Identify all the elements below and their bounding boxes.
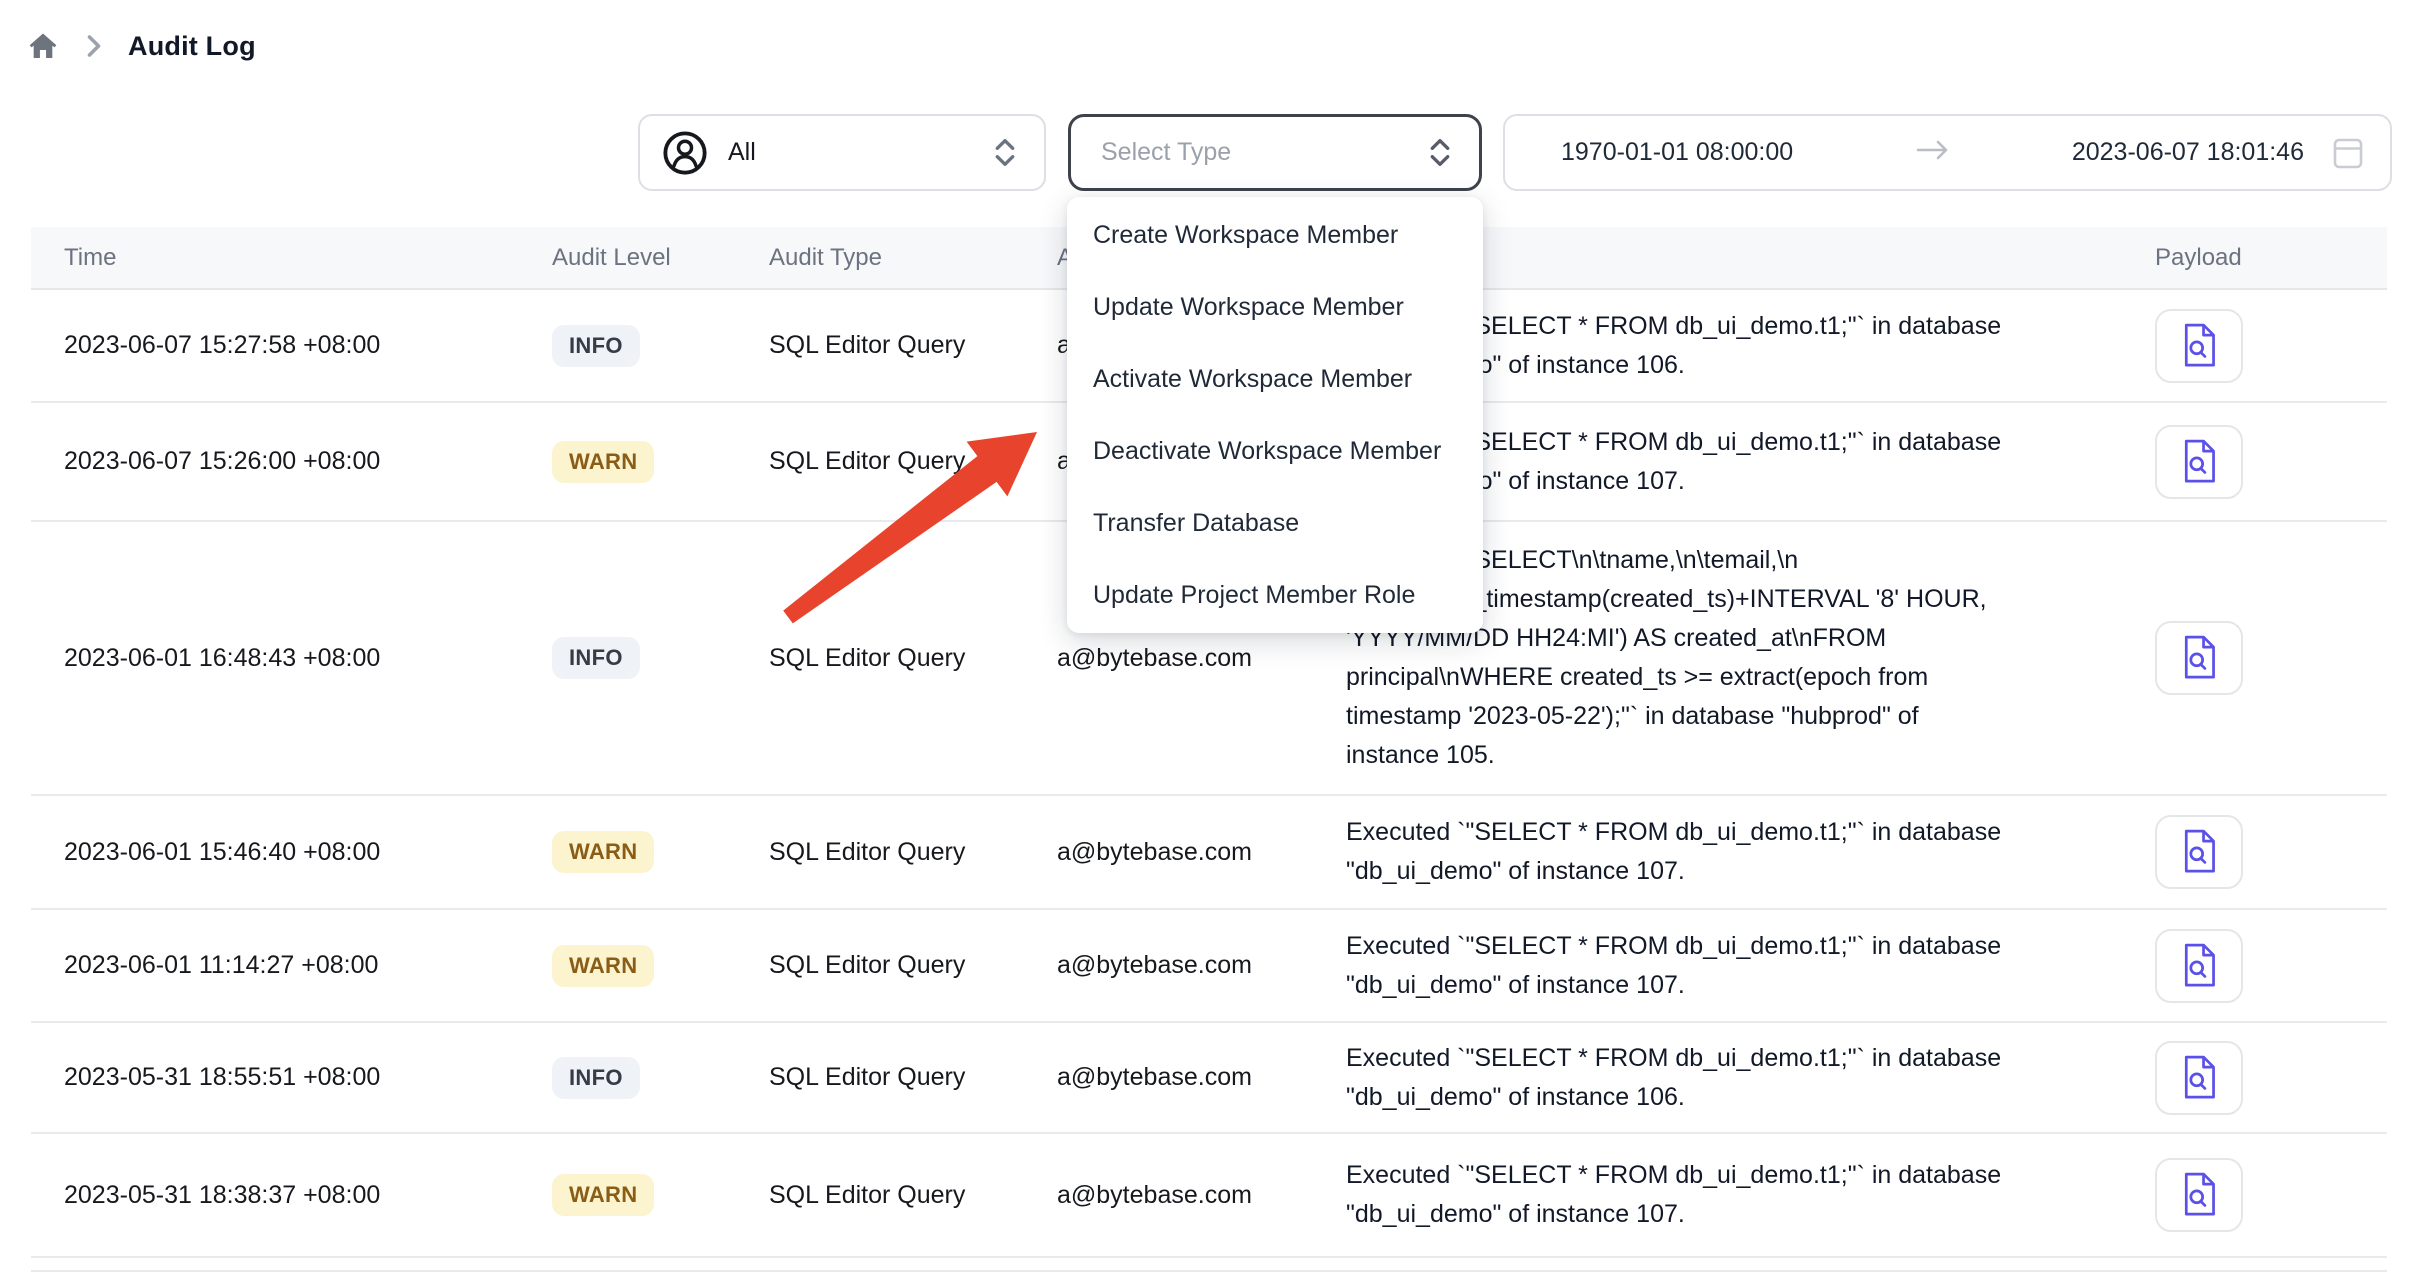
audit-level-badge: INFO xyxy=(552,1057,640,1099)
audit-level-badge: WARN xyxy=(552,945,654,987)
time-cell: 2023-05-31 18:55:51 +08:00 xyxy=(64,1063,552,1092)
payload-button[interactable] xyxy=(2155,621,2243,695)
file-search-icon xyxy=(2179,322,2219,370)
time-cell: 2023-05-31 18:38:37 +08:00 xyxy=(64,1181,552,1210)
payload-button[interactable] xyxy=(2155,815,2243,889)
payload-button[interactable] xyxy=(2155,929,2243,1003)
audit-level-badge: WARN xyxy=(552,831,654,873)
person-circle-icon xyxy=(662,130,708,176)
home-icon[interactable] xyxy=(26,30,60,62)
menu-item-update-workspace-member[interactable]: Update Workspace Member xyxy=(1067,271,1483,343)
updown-chevrons-icon xyxy=(1429,139,1451,166)
audit-type-cell: SQL Editor Query xyxy=(769,331,1057,360)
file-search-icon xyxy=(2179,1054,2219,1102)
comment-cell: Executed `"SELECT * FROM db_ui_demo.t1;"… xyxy=(1346,1156,2155,1234)
actor-cell: a@bytebase.com xyxy=(1057,951,1346,980)
file-search-icon xyxy=(2179,438,2219,486)
table-row: 2023-06-01 11:14:27 +08:00 WARN SQL Edit… xyxy=(31,910,2387,1023)
actor-cell: a@bytebase.com xyxy=(1057,1181,1346,1210)
date-range-picker[interactable]: 1970-01-01 08:00:00 2023-06-07 18:01:46 xyxy=(1503,114,2392,191)
payload-button[interactable] xyxy=(2155,1158,2243,1232)
file-search-icon xyxy=(2179,942,2219,990)
col-header-audit-type: Audit Type xyxy=(769,244,1057,272)
actor-cell: a@bytebase.com xyxy=(1057,1063,1346,1092)
file-search-icon xyxy=(2179,634,2219,682)
breadcrumb: Audit Log xyxy=(26,30,256,62)
col-header-audit-level: Audit Level xyxy=(552,244,769,272)
arrow-right-icon xyxy=(1793,137,2072,168)
page-title: Audit Log xyxy=(128,31,256,62)
table-row: 2023-06-01 15:46:40 +08:00 WARN SQL Edit… xyxy=(31,796,2387,910)
audit-level-badge: WARN xyxy=(552,1174,654,1216)
menu-item-transfer-database[interactable]: Transfer Database xyxy=(1067,487,1483,559)
comment-cell: Executed `"SELECT * FROM db_ui_demo.t1;"… xyxy=(1346,927,2155,1005)
time-cell: 2023-06-01 15:46:40 +08:00 xyxy=(64,838,552,867)
type-filter-select[interactable]: Select Type xyxy=(1068,114,1482,191)
file-search-icon xyxy=(2179,1171,2219,1219)
actor-cell: a@bytebase.com xyxy=(1057,838,1346,867)
audit-level-badge: INFO xyxy=(552,325,640,367)
time-cell: 2023-06-07 15:26:00 +08:00 xyxy=(64,447,552,476)
calendar-icon[interactable] xyxy=(2332,136,2364,170)
time-cell: 2023-06-01 16:48:43 +08:00 xyxy=(64,644,552,673)
payload-button[interactable] xyxy=(2155,309,2243,383)
comment-cell: Executed `"SELECT * FROM db_ui_demo.t1;"… xyxy=(1346,813,2155,891)
audit-type-cell: SQL Editor Query xyxy=(769,951,1057,980)
menu-item-update-project-member[interactable]: Update Project Member Role xyxy=(1067,559,1483,631)
time-cell: 2023-06-01 11:14:27 +08:00 xyxy=(64,951,552,980)
audit-type-cell: SQL Editor Query xyxy=(769,838,1057,867)
comment-cell: Executed `"SELECT * FROM db_ui_demo.t1;"… xyxy=(1346,1039,2155,1117)
table-row: 2023-05-31 18:55:51 +08:00 INFO SQL Edit… xyxy=(31,1023,2387,1134)
audit-level-badge: WARN xyxy=(552,441,654,483)
table-row: 2023-05-31 18:38:37 +08:00 WARN SQL Edit… xyxy=(31,1134,2387,1258)
payload-button[interactable] xyxy=(2155,425,2243,499)
menu-item-deactivate-workspace-member[interactable]: Deactivate Workspace Member xyxy=(1067,415,1483,487)
menu-item-activate-workspace-member[interactable]: Activate Workspace Member xyxy=(1067,343,1483,415)
date-range-end[interactable]: 2023-06-07 18:01:46 xyxy=(2072,138,2304,167)
audit-level-badge: INFO xyxy=(552,637,640,679)
col-header-payload: Payload xyxy=(2155,244,2387,272)
actor-filter-value: All xyxy=(728,138,994,167)
time-cell: 2023-06-07 15:27:58 +08:00 xyxy=(64,331,552,360)
audit-type-cell: SQL Editor Query xyxy=(769,1181,1057,1210)
updown-chevrons-icon xyxy=(994,139,1016,166)
actor-filter-select[interactable]: All xyxy=(638,114,1046,191)
audit-type-cell: SQL Editor Query xyxy=(769,447,1057,476)
type-filter-placeholder: Select Type xyxy=(1101,138,1429,167)
actor-cell: a@bytebase.com xyxy=(1057,644,1346,673)
payload-button[interactable] xyxy=(2155,1041,2243,1115)
chevron-right-icon xyxy=(86,34,102,58)
col-header-time: Time xyxy=(64,244,552,272)
audit-type-cell: SQL Editor Query xyxy=(769,644,1057,673)
audit-type-cell: SQL Editor Query xyxy=(769,1063,1057,1092)
type-filter-dropdown-menu: Create Workspace Member Update Workspace… xyxy=(1067,197,1483,633)
next-row-top-edge xyxy=(31,1262,2387,1272)
date-range-start[interactable]: 1970-01-01 08:00:00 xyxy=(1561,138,1793,167)
file-search-icon xyxy=(2179,828,2219,876)
menu-item-create-workspace-member[interactable]: Create Workspace Member xyxy=(1067,199,1483,271)
